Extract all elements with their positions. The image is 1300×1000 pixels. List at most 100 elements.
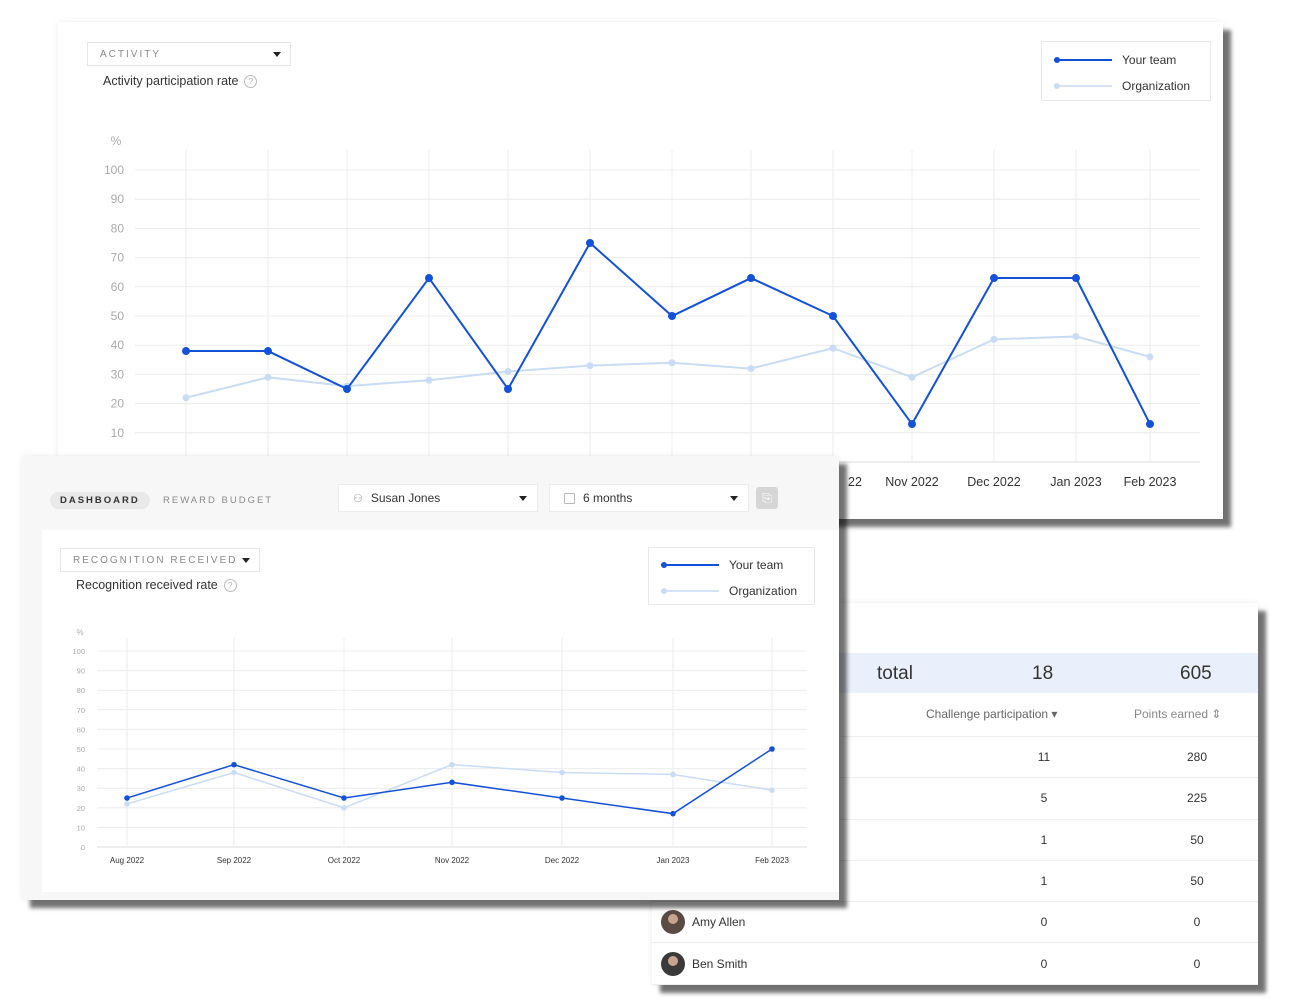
y-tick-label: 50 <box>111 309 125 323</box>
data-point-org <box>908 373 916 381</box>
participation-cell: 1 <box>1040 873 1048 888</box>
challenge-participation-header[interactable]: Challenge participation ▾ <box>926 707 1057 721</box>
total-label: total <box>877 663 913 684</box>
export-button[interactable]: ⎘ <box>756 487 778 509</box>
table-row[interactable]: Ben Smith 0 0 <box>652 944 1258 985</box>
table-row[interactable]: Amy Allen 0 0 <box>652 902 1258 944</box>
data-point-org <box>504 367 512 375</box>
series-line-org <box>126 763 773 809</box>
data-point-team <box>231 761 237 768</box>
x-tick-label: Dec 2022 <box>545 856 580 865</box>
series-line-team <box>186 241 1151 426</box>
y-tick-label: 70 <box>111 251 125 265</box>
x-tick-label: Nov 2022 <box>435 856 470 865</box>
points-earned-header[interactable]: Points earned ⇕ <box>1134 707 1221 721</box>
y-tick-label: 90 <box>111 192 125 206</box>
participation-cell: 0 <box>1040 956 1048 971</box>
recognition-panel: DASHBOARD REWARD BUDGET ⚇ Susan Jones 6 … <box>22 456 839 900</box>
data-point-org <box>425 376 433 384</box>
tab-reward-budget[interactable]: REWARD BUDGET <box>163 495 273 506</box>
tab-dashboard[interactable]: DASHBOARD <box>50 492 150 509</box>
y-tick-label: 10 <box>77 823 85 832</box>
y-unit-label: % <box>76 628 83 637</box>
x-tick-label: 22 <box>848 475 862 489</box>
calendar-icon <box>564 492 575 504</box>
x-tick-label: Jan 2023 <box>1050 475 1101 489</box>
data-point-team <box>343 385 351 393</box>
data-point-team <box>990 274 998 283</box>
x-tick-label: Nov 2022 <box>885 475 939 489</box>
data-point-team <box>124 795 130 801</box>
y-tick-label: 40 <box>77 765 85 774</box>
data-point-org <box>670 771 676 778</box>
y-tick-label: 40 <box>111 338 125 352</box>
data-point-team <box>829 312 837 320</box>
x-tick-label: Aug 2022 <box>110 856 145 865</box>
person-select-value: Susan Jones <box>370 491 441 505</box>
y-tick-label: 100 <box>72 647 85 656</box>
data-point-team <box>668 312 676 320</box>
points-cell: 50 <box>1190 832 1204 847</box>
member-name[interactable]: Amy Allen <box>692 915 745 929</box>
x-tick-label: Feb 2023 <box>1124 475 1177 489</box>
data-point-org <box>1146 353 1154 361</box>
data-point-org <box>231 769 237 776</box>
y-tick-label: 80 <box>77 686 85 695</box>
avatar <box>661 910 685 935</box>
data-point-team <box>747 274 755 283</box>
y-tick-label: 50 <box>77 745 85 754</box>
data-point-team <box>559 795 565 801</box>
points-cell: 50 <box>1190 873 1204 888</box>
period-select-value: 6 months <box>583 491 633 505</box>
y-unit-label: % <box>111 134 122 148</box>
activity-chart-card: ACTIVITY Activity participation rate ? Y… <box>58 22 1223 519</box>
data-point-org <box>668 359 676 367</box>
data-point-team <box>908 420 916 429</box>
data-point-org <box>747 365 755 373</box>
x-tick-label: Feb 2023 <box>755 856 789 865</box>
data-point-org <box>1072 332 1080 340</box>
total-points: 605 <box>1180 663 1212 684</box>
points-cell: 0 <box>1193 956 1201 971</box>
participation-cell: 0 <box>1040 915 1048 930</box>
y-tick-label: 70 <box>77 706 85 715</box>
data-point-team <box>670 810 676 817</box>
y-tick-label: 20 <box>111 397 125 411</box>
chevron-down-icon <box>519 496 527 501</box>
data-point-team <box>341 795 347 801</box>
y-tick-label: 10 <box>111 426 125 440</box>
y-tick-label: 90 <box>77 667 85 676</box>
data-point-team <box>1072 274 1080 283</box>
participation-cell: 5 <box>1040 791 1048 806</box>
data-point-org <box>449 761 455 768</box>
member-name[interactable]: Ben Smith <box>692 957 747 971</box>
data-point-team <box>504 385 512 393</box>
team-icon: ⚇ <box>353 492 363 505</box>
data-point-team <box>264 347 272 356</box>
data-point-org <box>769 787 775 793</box>
data-point-org <box>990 335 998 343</box>
data-point-org <box>586 362 594 370</box>
period-select[interactable]: 6 months <box>549 484 749 512</box>
y-tick-label: 0 <box>81 843 85 852</box>
data-point-org <box>829 344 837 352</box>
data-point-team <box>182 347 190 356</box>
recognition-chart-panel: RECOGNITION RECEIVED Recognition receive… <box>42 530 839 892</box>
y-tick-label: 100 <box>104 163 124 177</box>
y-tick-label: 60 <box>77 725 85 734</box>
y-tick-label: 30 <box>77 784 85 793</box>
points-cell: 225 <box>1186 791 1208 806</box>
y-tick-label: 60 <box>111 280 125 294</box>
y-tick-label: 80 <box>111 221 125 235</box>
data-point-team <box>769 746 775 752</box>
chevron-down-icon <box>730 496 738 501</box>
participation-cell: 1 <box>1040 832 1048 847</box>
total-participation: 18 <box>1032 663 1054 684</box>
x-tick-label: Oct 2022 <box>328 856 361 865</box>
person-select[interactable]: ⚇ Susan Jones <box>338 484 538 512</box>
data-point-team <box>425 274 433 283</box>
x-tick-label: Sep 2022 <box>217 856 252 865</box>
data-point-org <box>341 805 347 811</box>
x-tick-label: Dec 2022 <box>967 475 1021 489</box>
y-tick-label: 20 <box>77 804 85 813</box>
